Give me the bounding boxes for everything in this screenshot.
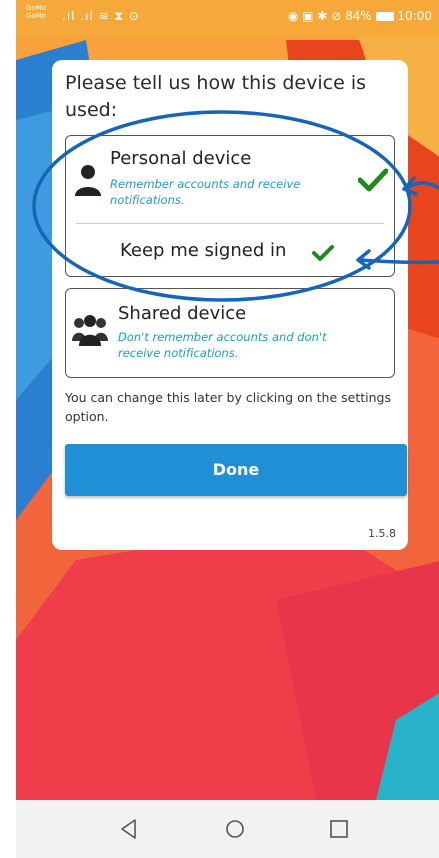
carrier-label: GoMo GoMo	[26, 4, 46, 20]
personal-device-subtitle: Remember accounts and receive notificati…	[110, 177, 301, 207]
shared-device-option[interactable]: Shared device Don't remember accounts an…	[65, 288, 395, 378]
keep-signed-in-check-icon[interactable]	[312, 244, 334, 262]
personal-selected-check-icon	[358, 168, 388, 192]
home-icon[interactable]	[220, 814, 250, 844]
shared-device-subtitle: Don't remember accounts and don't receiv…	[118, 330, 327, 360]
bluetooth-icon: ✱	[317, 9, 328, 23]
status-bar: GoMo GoMo .ıl .ıl ≋ ⧗ ⊙ ◉ ▣ ✱ ⊘ 84% 10:0…	[16, 0, 439, 34]
personal-device-option[interactable]: Personal device Remember accounts and re…	[65, 135, 395, 277]
dialog-question: Please tell us how this device is used:	[65, 72, 366, 121]
mute-icon: ⊘	[331, 9, 342, 23]
recents-icon[interactable]	[324, 814, 354, 844]
app-version: 1.5.8	[368, 527, 396, 540]
done-button[interactable]: Done	[65, 444, 407, 496]
option-divider	[76, 223, 384, 224]
clock: 10:00	[397, 9, 432, 23]
battery-percent: 84%	[345, 9, 372, 23]
carrier-line-1: GoMo	[26, 4, 47, 12]
shared-device-title: Shared device	[118, 303, 247, 324]
signal-icons: .ıl .ıl ≋ ⧗ ⊙	[62, 9, 140, 23]
back-icon[interactable]	[114, 814, 144, 844]
nfc-icon: ▣	[302, 9, 314, 23]
device-usage-dialog: Please tell us how this device is used: …	[52, 60, 408, 550]
status-right: ◉ ▣ ✱ ⊘ 84% 10:00	[288, 9, 432, 23]
keep-signed-in-label[interactable]: Keep me signed in	[120, 240, 286, 261]
system-nav-bar	[16, 800, 439, 858]
eye-comfort-icon: ◉	[287, 9, 299, 23]
group-icon	[72, 315, 108, 346]
settings-note: You can change this later by clicking on…	[65, 390, 391, 424]
battery-icon	[375, 12, 394, 21]
phone-screen: GoMo GoMo .ıl .ıl ≋ ⧗ ⊙ ◉ ▣ ✱ ⊘ 84% 10:0…	[16, 0, 439, 858]
personal-device-title: Personal device	[110, 148, 252, 169]
person-icon	[75, 165, 101, 196]
carrier-line-2: GoMo	[26, 12, 47, 20]
